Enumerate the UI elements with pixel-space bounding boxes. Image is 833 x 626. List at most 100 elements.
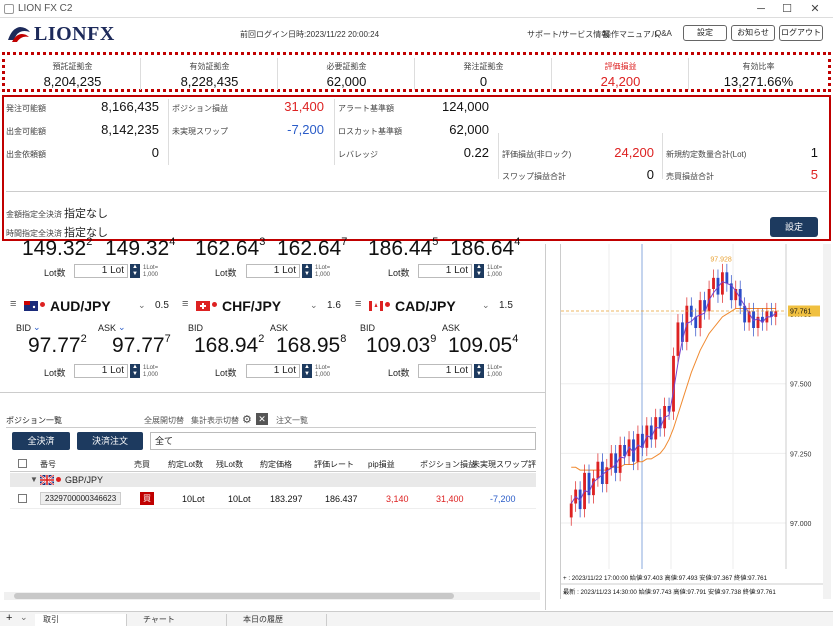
status-dot: [385, 302, 390, 307]
rate-ask-price[interactable]: 162.647: [277, 236, 347, 261]
chevron-down-icon[interactable]: ⌄: [20, 612, 28, 623]
qa-link[interactable]: Q&A: [655, 29, 672, 38]
add-tab-icon[interactable]: +: [6, 612, 12, 624]
high-price-label: 97.928: [710, 256, 732, 263]
lot-input[interactable]: 1 Lot: [246, 264, 300, 278]
close-order-button[interactable]: 決済注文: [77, 432, 143, 450]
lot-stepper[interactable]: ▲ ▼: [474, 264, 484, 278]
price-chart[interactable]: 97.75097.50097.25097.000 97.928 97.761 +…: [560, 244, 823, 599]
status-dot: [40, 302, 45, 307]
maximize-icon[interactable]: ☐: [774, 0, 800, 18]
expand-toggle-link[interactable]: 全展開切替: [144, 415, 184, 426]
menu-icon[interactable]: ≡: [355, 298, 361, 310]
lot-input[interactable]: 1 Lot: [74, 364, 128, 378]
rate-ask-price[interactable]: 149.324: [105, 236, 175, 261]
pair-name[interactable]: CHF/JPY: [222, 298, 281, 314]
chevron-down-icon[interactable]: ⌄: [482, 300, 490, 311]
candle-body: [676, 322, 680, 356]
chevron-down-icon: ⌄: [118, 322, 126, 332]
summary-effective-ratio: 有効比率 13,271.66%: [723, 62, 794, 89]
gear-icon[interactable]: ⚙: [242, 413, 252, 426]
support-link[interactable]: サポート/サービス情報: [527, 29, 609, 40]
column-header[interactable]: 約定Lot数: [168, 459, 203, 470]
auto-close-settings-button[interactable]: 設定: [770, 217, 818, 237]
summary-required-margin: 必要証拠金 62,000: [279, 58, 415, 90]
table-row[interactable]: 2329700000346623 買 10Lot 10Lot 183.297 1…: [10, 489, 536, 509]
lot-stepper[interactable]: ▲ ▼: [130, 364, 140, 378]
column-header[interactable]: 評価レート: [314, 459, 354, 470]
lot-input[interactable]: 1 Lot: [418, 264, 472, 278]
lot-unit: 1Lot= 1,000: [487, 265, 503, 278]
window-titlebar: LION FX C2 ─ ☐ ✕: [0, 0, 833, 18]
logout-button[interactable]: ログアウト: [779, 25, 823, 41]
column-header[interactable]: 残Lot数: [216, 459, 243, 470]
minimize-icon[interactable]: ─: [748, 0, 774, 18]
rate-bid-price[interactable]: 162.643: [195, 236, 265, 261]
rate-bid-price[interactable]: 168.942: [194, 333, 264, 358]
rate-bid-price[interactable]: 186.445: [368, 236, 438, 261]
menu-icon[interactable]: ≡: [182, 298, 188, 310]
withdraw-available-value: 8,142,235: [101, 122, 159, 137]
column-header[interactable]: 未実現スワップ: [472, 459, 528, 470]
close-all-button[interactable]: 全決済: [12, 432, 70, 450]
chart-canvas[interactable]: 97.75097.50097.25097.000 97.928 97.761 +…: [561, 244, 823, 599]
column-header[interactable]: 番号: [40, 459, 56, 470]
scroll-thumb[interactable]: [14, 593, 454, 599]
order-available-label: 発注可能額: [6, 104, 46, 113]
order-available-value: 8,166,435: [101, 99, 159, 114]
select-all-checkbox[interactable]: [18, 459, 27, 468]
lot-label: Lot数: [215, 268, 237, 278]
chevron-down-icon[interactable]: ⌄: [138, 300, 146, 311]
candle-body: [712, 277, 715, 289]
lot-input[interactable]: 1 Lot: [246, 364, 300, 378]
tab-today-history[interactable]: 本日の履歴: [235, 614, 327, 626]
menu-icon[interactable]: ≡: [10, 298, 16, 310]
rate-ask-price[interactable]: 186.644: [450, 236, 520, 261]
section-divider: [0, 392, 545, 393]
lot-stepper[interactable]: ▲ ▼: [302, 364, 312, 378]
row-checkbox[interactable]: [18, 494, 27, 503]
rate-bid-price[interactable]: 149.322: [22, 236, 92, 261]
spread-value: 1.5: [499, 300, 513, 311]
summary-toggle-link[interactable]: 集計表示切替: [191, 415, 239, 426]
lot-input[interactable]: 1 Lot: [74, 264, 128, 278]
horizontal-scrollbar[interactable]: [4, 592, 540, 600]
section-divider: [6, 191, 827, 192]
column-divider: [498, 133, 499, 179]
tab-trade[interactable]: 取引: [35, 614, 127, 626]
column-header[interactable]: ポジション損益: [420, 459, 476, 470]
manual-link[interactable]: 操作マニュアル: [603, 29, 659, 40]
summary-eval-pl: 評価損益 24,200: [553, 58, 689, 90]
lot-stepper[interactable]: ▲ ▼: [130, 264, 140, 278]
column-header[interactable]: 約定価格: [260, 459, 292, 470]
rate-ask-price[interactable]: 97.777: [112, 333, 171, 358]
order-list-tab[interactable]: 注文一覧: [276, 415, 308, 426]
lot-input[interactable]: 1 Lot: [418, 364, 472, 378]
collapse-icon[interactable]: ▼: [30, 475, 38, 484]
lot-label: Lot数: [215, 368, 237, 378]
notice-button[interactable]: お知らせ: [731, 25, 775, 41]
column-header[interactable]: 売買: [134, 459, 150, 470]
position-group-row[interactable]: ▼ GBP/JPY: [10, 473, 536, 487]
rate-bid-price[interactable]: 109.039: [366, 333, 436, 358]
chart-scrollbar[interactable]: [823, 244, 831, 599]
pair-name[interactable]: AUD/JPY: [50, 298, 111, 314]
close-icon[interactable]: ✕: [256, 413, 268, 425]
settings-button[interactable]: 設定: [683, 25, 727, 41]
tab-chart[interactable]: チャート: [135, 614, 227, 626]
pane-divider[interactable]: [545, 244, 546, 610]
rate-ask-price[interactable]: 168.958: [276, 333, 346, 358]
rate-bid-price[interactable]: 97.772: [28, 333, 87, 358]
position-filter-select[interactable]: 全て: [150, 432, 536, 450]
column-header[interactable]: pip損益: [368, 459, 395, 470]
chevron-down-icon[interactable]: ⌄: [310, 300, 318, 311]
lot-unit: 1Lot= 1,000: [143, 365, 159, 378]
ask-label: ASK: [442, 323, 461, 333]
rate-ask-price[interactable]: 109.054: [448, 333, 518, 358]
column-header[interactable]: 評: [528, 459, 536, 470]
pair-name[interactable]: CAD/JPY: [395, 298, 456, 314]
lot-stepper[interactable]: ▲ ▼: [302, 264, 312, 278]
close-icon[interactable]: ✕: [802, 0, 828, 18]
lot-stepper[interactable]: ▲ ▼: [474, 364, 484, 378]
alert-base-label: アラート基準額: [338, 104, 394, 113]
